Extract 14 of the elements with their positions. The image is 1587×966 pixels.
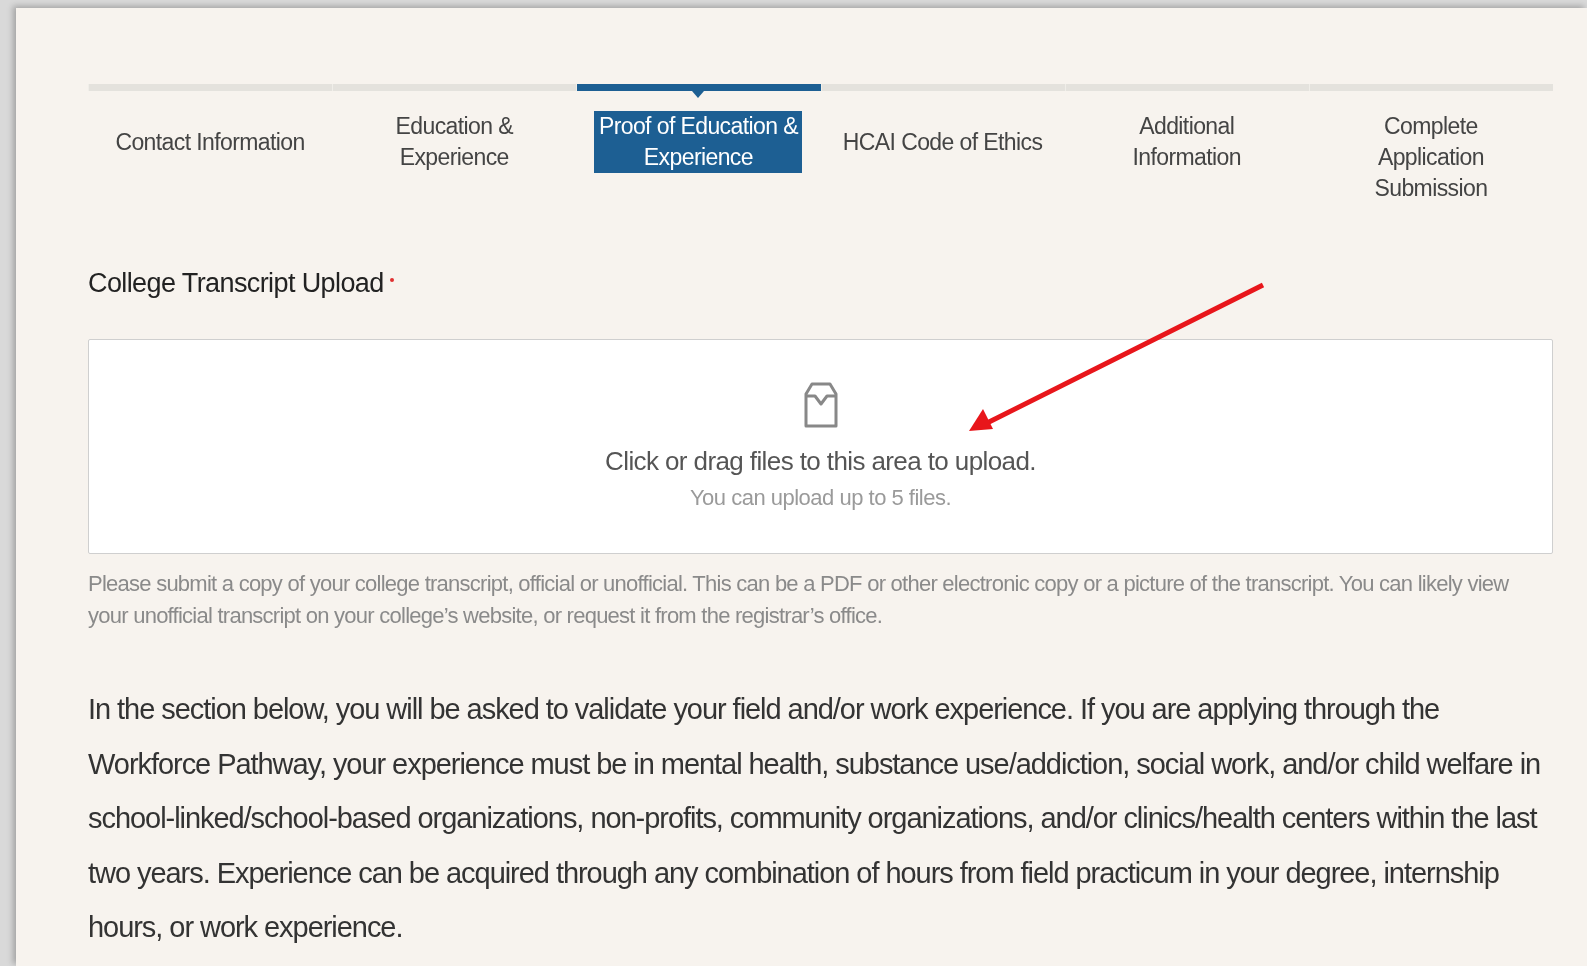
step-tab[interactable]: Proof of Education & Experience: [594, 111, 803, 173]
upload-hint: You can upload up to 5 files.: [689, 485, 952, 511]
step-tab[interactable]: Contact Information: [111, 127, 309, 158]
field-label: College Transcript Upload: [88, 268, 384, 299]
upload-dropzone[interactable]: Click or drag files to this area to upload. You can upload up to 5 files.: [88, 339, 1553, 554]
step-tab[interactable]: Education & Experience: [375, 111, 534, 173]
step-tab[interactable]: Additional Information: [1107, 111, 1266, 173]
step-tab[interactable]: Complete Application Submission: [1351, 111, 1510, 204]
step-pointer-icon: [692, 91, 705, 98]
help-text: Please submit a copy of your college transcript, official or unofficial. This can be a PDF or other electronic copy or a picture of the transcript. You can likely view your unofficial transcript on your college’s website, or request it from the registrar’s office.: [88, 570, 1510, 630]
instruction-paragraph: In the section below, you will be asked to validate your field and/or work experience. If you are applying through the Workforce Pathway, your experience must be in mental health, substance use/addiction, social work, and/or child welfare in school-linked/school-based organizations, non-profits, community organizations, and/or clinics/health centers within the last two years. Experience can be acquired through any combination of hours from field practicum in your degree, internship hours, or work experience.: [88, 692, 1542, 945]
upload-prompt: Click or drag files to this area to upload.: [605, 446, 1036, 477]
inbox-icon: [802, 382, 839, 428]
step-tab[interactable]: HCAI Code of Ethics: [838, 127, 1047, 158]
